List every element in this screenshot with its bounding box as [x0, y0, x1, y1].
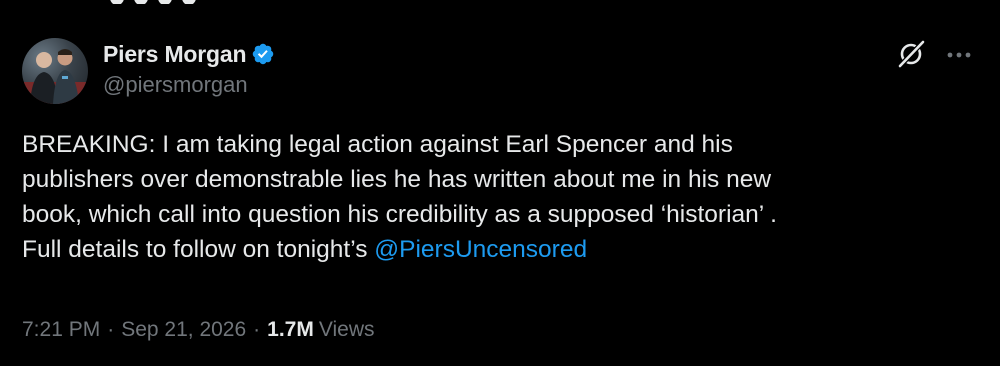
verified-badge-icon[interactable] [251, 42, 275, 66]
author-name-row: Piers Morgan [103, 38, 275, 70]
author-display-name[interactable]: Piers Morgan [103, 41, 247, 68]
author-handle[interactable]: @piersmorgan [103, 72, 275, 98]
avatar-photo-icon [22, 49, 88, 104]
grok-icon[interactable] [895, 38, 927, 70]
meta-separator: · [253, 318, 261, 341]
mention-link[interactable]: @PiersUncensored [374, 236, 587, 263]
avatar[interactable] [22, 38, 88, 104]
more-options-icon[interactable] [944, 40, 974, 70]
tweet-meta: 7:21 PM · Sep 21, 2026 · 1.7M Views [22, 318, 375, 342]
tweet-time[interactable]: 7:21 PM [22, 318, 100, 342]
tweet-author: Piers Morgan @piersmorgan [103, 38, 275, 98]
views-count[interactable]: 1.7M [267, 318, 314, 342]
tweet-text: BREAKING: I am taking legal action again… [22, 127, 972, 267]
previous-tweet-edge [110, 0, 220, 4]
tweet-date[interactable]: Sep 21, 2026 [121, 318, 246, 342]
meta-separator: · [107, 318, 115, 341]
views-label[interactable]: Views [319, 318, 375, 342]
